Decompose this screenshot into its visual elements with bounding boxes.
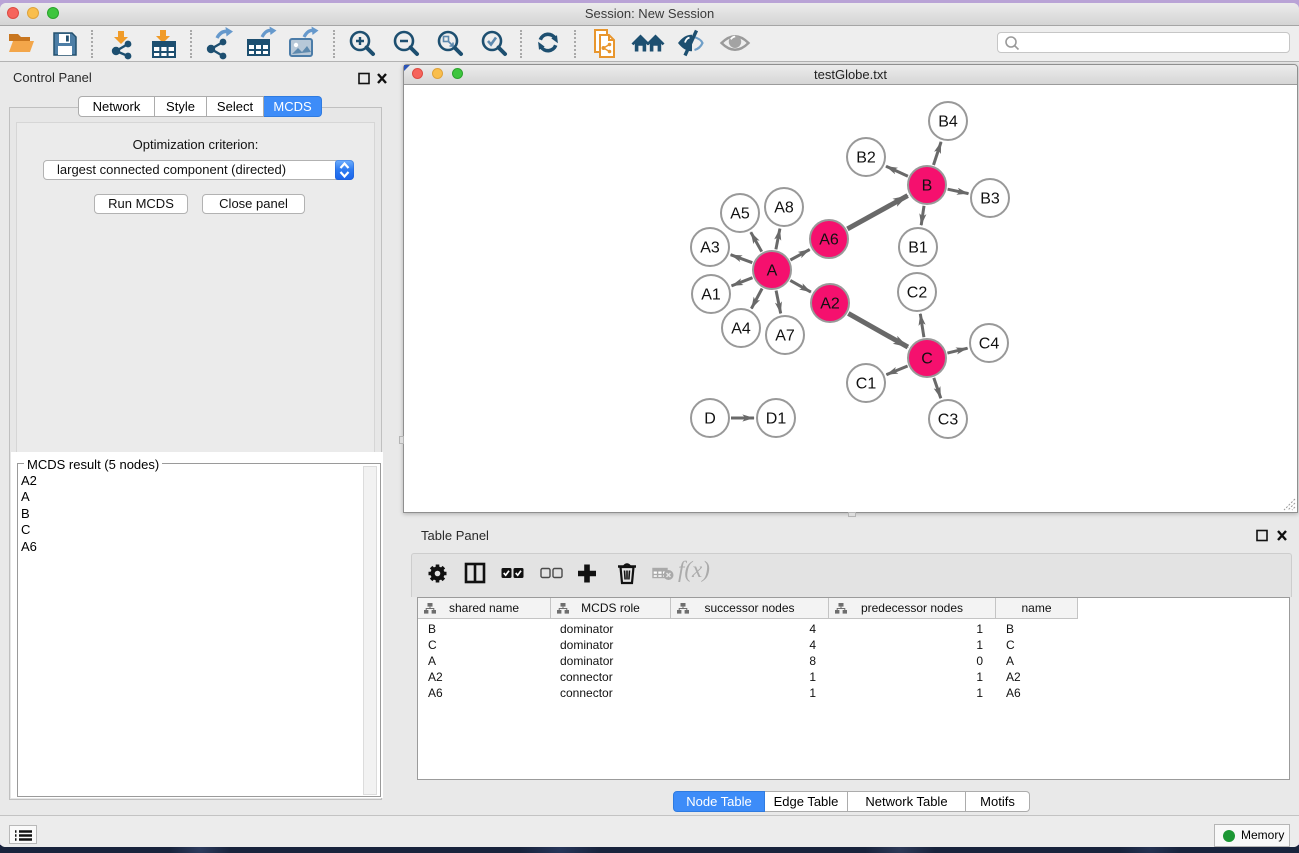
svg-text:A3: A3: [700, 240, 720, 257]
svg-text:A6: A6: [819, 232, 839, 249]
svg-text:B4: B4: [938, 114, 958, 131]
svg-text:C4: C4: [979, 336, 1000, 353]
svg-text:A8: A8: [774, 200, 794, 217]
svg-text:C3: C3: [938, 412, 959, 429]
svg-text:C2: C2: [907, 285, 928, 302]
svg-text:A7: A7: [775, 328, 795, 345]
svg-text:B3: B3: [980, 191, 1000, 208]
svg-text:C: C: [921, 351, 933, 368]
svg-text:A1: A1: [701, 287, 721, 304]
svg-text:A4: A4: [731, 321, 751, 338]
svg-text:B1: B1: [908, 240, 928, 257]
svg-text:B: B: [922, 178, 933, 195]
svg-text:C1: C1: [856, 376, 877, 393]
svg-text:A2: A2: [820, 296, 840, 313]
svg-text:A5: A5: [730, 206, 750, 223]
svg-text:D1: D1: [766, 411, 787, 428]
svg-text:A: A: [767, 263, 778, 280]
svg-text:D: D: [704, 411, 716, 428]
svg-text:B2: B2: [856, 150, 876, 167]
